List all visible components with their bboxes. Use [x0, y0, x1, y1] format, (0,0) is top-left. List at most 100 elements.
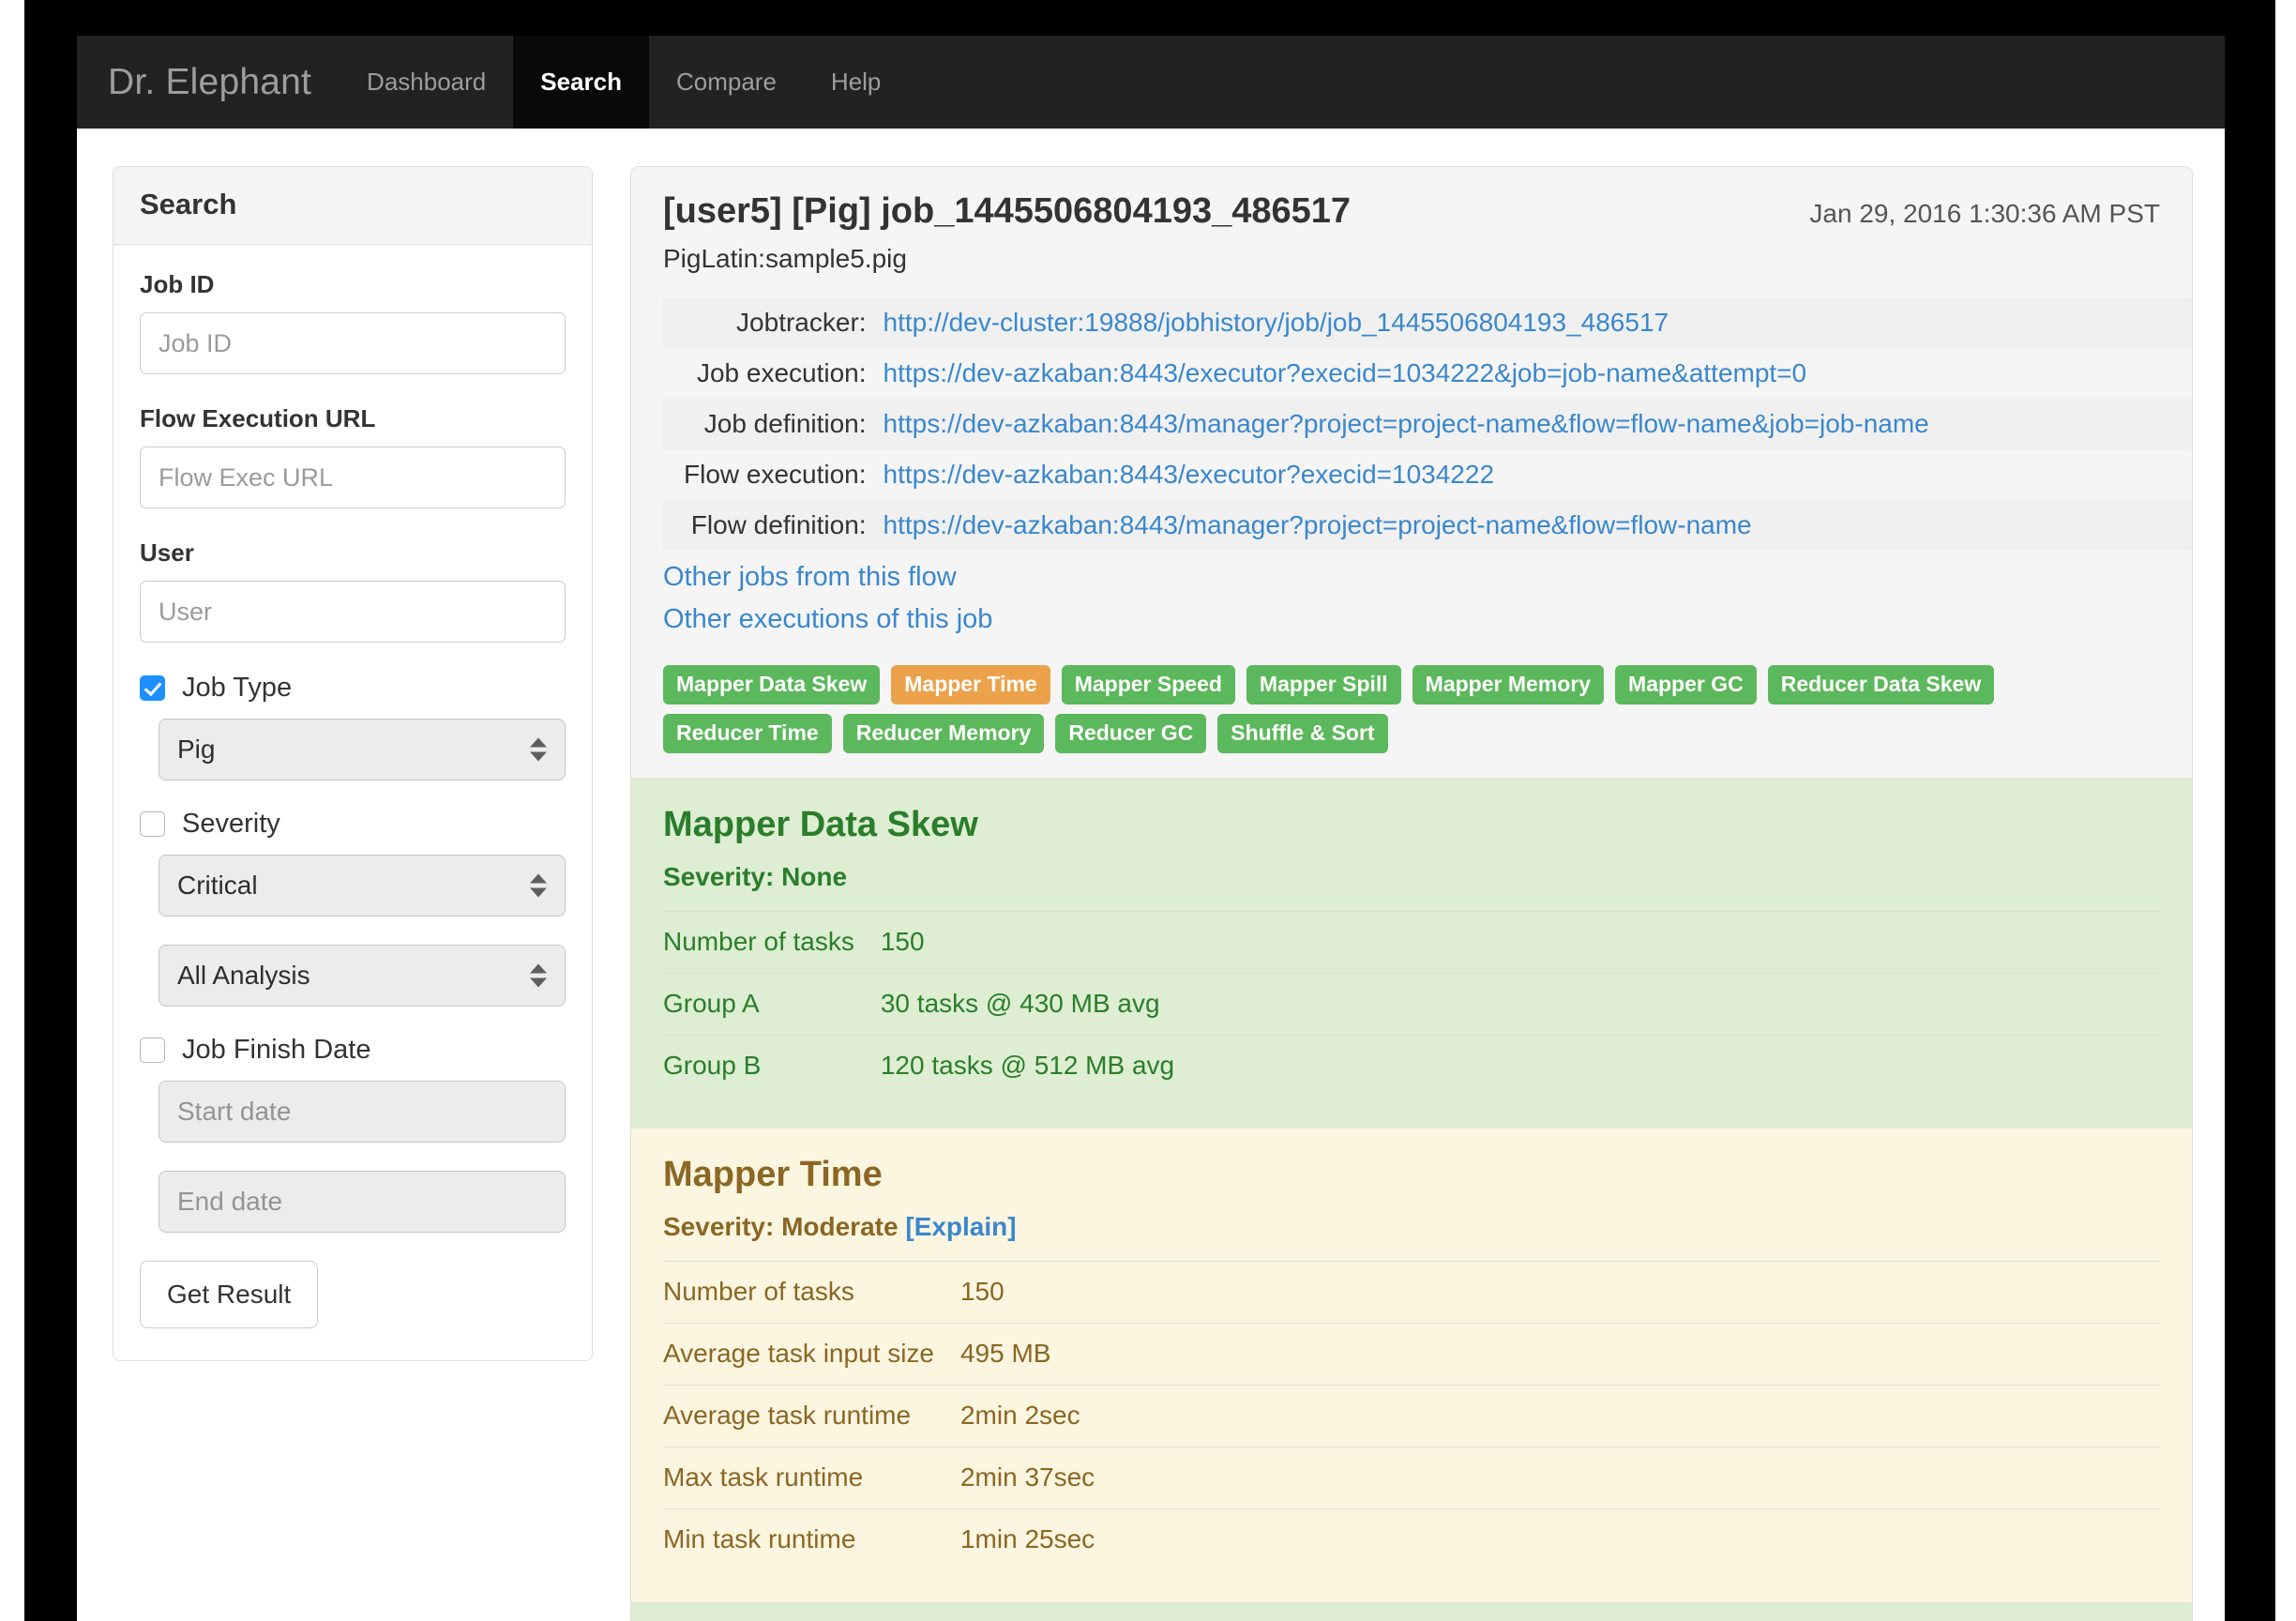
- badge-reducer-data-skew[interactable]: Reducer Data Skew: [1767, 665, 1995, 704]
- table-row: Jobtracker: http://dev-cluster:19888/job…: [663, 297, 2192, 348]
- search-panel: Search Job ID Flow Execution URL User Jo…: [113, 166, 593, 1361]
- detail-key: Min task runtime: [663, 1524, 856, 1553]
- user-input[interactable]: [140, 581, 566, 643]
- job-execution-link[interactable]: https://dev-azkaban:8443/executor?execid…: [884, 358, 1807, 387]
- job-id-label: Job ID: [140, 270, 215, 298]
- start-date-input[interactable]: [159, 1081, 566, 1143]
- table-row: Average task input size 495 MB: [663, 1323, 2160, 1386]
- heuristic-mapper-data-skew: Mapper Data Skew Severity: None Number o…: [631, 779, 2192, 1129]
- heuristic-title: Mapper Time: [663, 1155, 883, 1194]
- analysis-select[interactable]: All Analysis: [159, 945, 566, 1007]
- badge-shuffle-sort[interactable]: Shuffle & Sort: [1217, 714, 1388, 753]
- heuristic-mapper-speed: Mapper Speed: [631, 1602, 2192, 1621]
- analysis-select-value[interactable]: All Analysis: [159, 945, 566, 1007]
- heuristic-detail-table: Number of tasks 150 Average task input s…: [663, 1261, 2160, 1570]
- badge-reducer-memory[interactable]: Reducer Memory: [842, 714, 1045, 753]
- job-finish-date-checkbox[interactable]: [140, 1038, 165, 1063]
- table-row: Max task runtime 2min 37sec: [663, 1447, 2160, 1509]
- severity-checkbox[interactable]: [140, 811, 165, 837]
- table-row: Group A 30 tasks @ 430 MB avg: [663, 973, 2160, 1036]
- screen-edge-right: [2275, 0, 2296, 1621]
- job-execution-label: Job execution:: [696, 358, 867, 387]
- table-row: Min task runtime 1min 25sec: [663, 1508, 2160, 1571]
- table-row: Average task runtime 2min 2sec: [663, 1385, 2160, 1447]
- job-type-checkbox[interactable]: [140, 675, 165, 701]
- job-header-top: [user5] [Pig] job_1445506804193_486517 J…: [663, 191, 2160, 232]
- detail-value: 495 MB: [959, 1339, 1051, 1368]
- badge-reducer-gc[interactable]: Reducer GC: [1055, 714, 1207, 753]
- brand-logo[interactable]: Dr. Elephant: [77, 36, 340, 129]
- detail-key: Average task input size: [663, 1339, 934, 1368]
- badge-mapper-spill[interactable]: Mapper Spill: [1246, 665, 1401, 704]
- table-row: Number of tasks 150: [663, 1261, 2160, 1324]
- table-row: Number of tasks 150: [663, 911, 2160, 974]
- job-timestamp: Jan 29, 2016 1:30:36 AM PST: [1809, 199, 2160, 228]
- badge-reducer-time[interactable]: Reducer Time: [663, 714, 832, 753]
- search-panel-header: Search: [113, 167, 592, 245]
- badge-mapper-speed[interactable]: Mapper Speed: [1061, 665, 1235, 704]
- nav-item-search[interactable]: Search: [513, 36, 649, 129]
- flow-execution-link[interactable]: https://dev-azkaban:8443/executor?execid…: [884, 460, 1494, 489]
- job-title: [user5] [Pig] job_1445506804193_486517: [663, 191, 1352, 231]
- job-type-checkbox-row[interactable]: Job Type: [140, 673, 566, 704]
- severity-checkbox-row[interactable]: Severity: [140, 809, 566, 840]
- flow-exec-url-label: Flow Execution URL: [140, 404, 376, 432]
- end-date-input[interactable]: [159, 1171, 566, 1233]
- screen-edge-left: [0, 0, 24, 1621]
- job-finish-date-checkbox-row[interactable]: Job Finish Date: [140, 1035, 566, 1066]
- job-links-table: Jobtracker: http://dev-cluster:19888/job…: [663, 297, 2192, 551]
- detail-key: Average task runtime: [663, 1401, 912, 1430]
- table-row: Group B 120 tasks @ 512 MB avg: [663, 1035, 2160, 1098]
- job-definition-link[interactable]: https://dev-azkaban:8443/manager?project…: [884, 409, 1929, 438]
- jobtracker-label: Jobtracker:: [663, 297, 884, 348]
- heuristic-severity: Severity: None: [663, 862, 848, 891]
- desktop-screenshot: Dr. Elephant Dashboard Search Compare He…: [0, 0, 2296, 1621]
- jobtracker-link[interactable]: http://dev-cluster:19888/jobhistory/job/…: [884, 308, 1669, 337]
- nav-item-help[interactable]: Help: [804, 36, 908, 129]
- job-definition-label: Job definition:: [663, 399, 884, 449]
- detail-value: 150: [959, 1277, 1004, 1306]
- detail-key: Group B: [663, 1051, 762, 1080]
- detail-value: 30 tasks @ 430 MB avg: [880, 989, 1160, 1018]
- nav-item-dashboard[interactable]: Dashboard: [340, 36, 513, 129]
- flow-execution-label: Flow execution:: [684, 460, 867, 489]
- other-jobs-from-flow-link[interactable]: Other jobs from this flow: [663, 562, 2160, 593]
- badge-mapper-gc[interactable]: Mapper GC: [1615, 665, 1757, 704]
- detail-value: 1min 25sec: [959, 1524, 1095, 1553]
- severity-select[interactable]: Critical: [159, 855, 566, 917]
- heuristic-severity: Severity: Moderate [Explain]: [663, 1212, 2160, 1242]
- explain-link[interactable]: [Explain]: [905, 1212, 1016, 1241]
- job-type-select-value[interactable]: Pig: [159, 719, 566, 780]
- chevron-updown-icon: [530, 963, 547, 988]
- job-header: [user5] [Pig] job_1445506804193_486517 J…: [631, 167, 2192, 779]
- job-subtitle: PigLatin:sample5.pig: [663, 244, 907, 273]
- job-finish-date-label: Job Finish Date: [182, 1035, 371, 1065]
- job-id-input[interactable]: [140, 312, 566, 374]
- heuristic-mapper-time: Mapper Time Severity: Moderate [Explain]…: [631, 1129, 2192, 1602]
- get-result-button[interactable]: Get Result: [140, 1261, 319, 1328]
- detail-value: 2min 2sec: [959, 1401, 1080, 1430]
- table-row: Flow execution: https://dev-azkaban:8443…: [663, 449, 2192, 500]
- flow-definition-link[interactable]: https://dev-azkaban:8443/manager?project…: [884, 510, 1752, 539]
- badge-mapper-memory[interactable]: Mapper Memory: [1412, 665, 1605, 704]
- badge-mapper-data-skew[interactable]: Mapper Data Skew: [663, 665, 881, 704]
- browser-page: Dr. Elephant Dashboard Search Compare He…: [77, 36, 2225, 1621]
- search-panel-title: Search: [140, 188, 237, 220]
- search-form: Job ID Flow Execution URL User Job Type …: [113, 245, 592, 1360]
- severity-select-value[interactable]: Critical: [159, 855, 566, 917]
- severity-label: Severity: [182, 809, 280, 839]
- other-executions-of-job-link[interactable]: Other executions of this job: [663, 604, 2160, 635]
- detail-value: 150: [880, 927, 925, 956]
- heuristic-detail-table: Number of tasks 150 Group A 30 tasks @ 4…: [663, 911, 2160, 1097]
- detail-key: Number of tasks: [663, 1277, 854, 1306]
- badge-mapper-time[interactable]: Mapper Time: [891, 665, 1050, 704]
- detail-key: Group A: [663, 989, 760, 1018]
- detail-value: 120 tasks @ 512 MB avg: [880, 1051, 1175, 1080]
- nav-item-compare[interactable]: Compare: [649, 36, 804, 129]
- job-type-select[interactable]: Pig: [159, 719, 566, 780]
- flow-exec-url-input[interactable]: [140, 447, 566, 508]
- heuristic-severity-text: Severity: Moderate: [663, 1212, 899, 1241]
- table-row: Flow definition: https://dev-azkaban:844…: [663, 500, 2192, 551]
- chevron-updown-icon: [530, 873, 547, 898]
- job-result-panel: [user5] [Pig] job_1445506804193_486517 J…: [630, 166, 2193, 1621]
